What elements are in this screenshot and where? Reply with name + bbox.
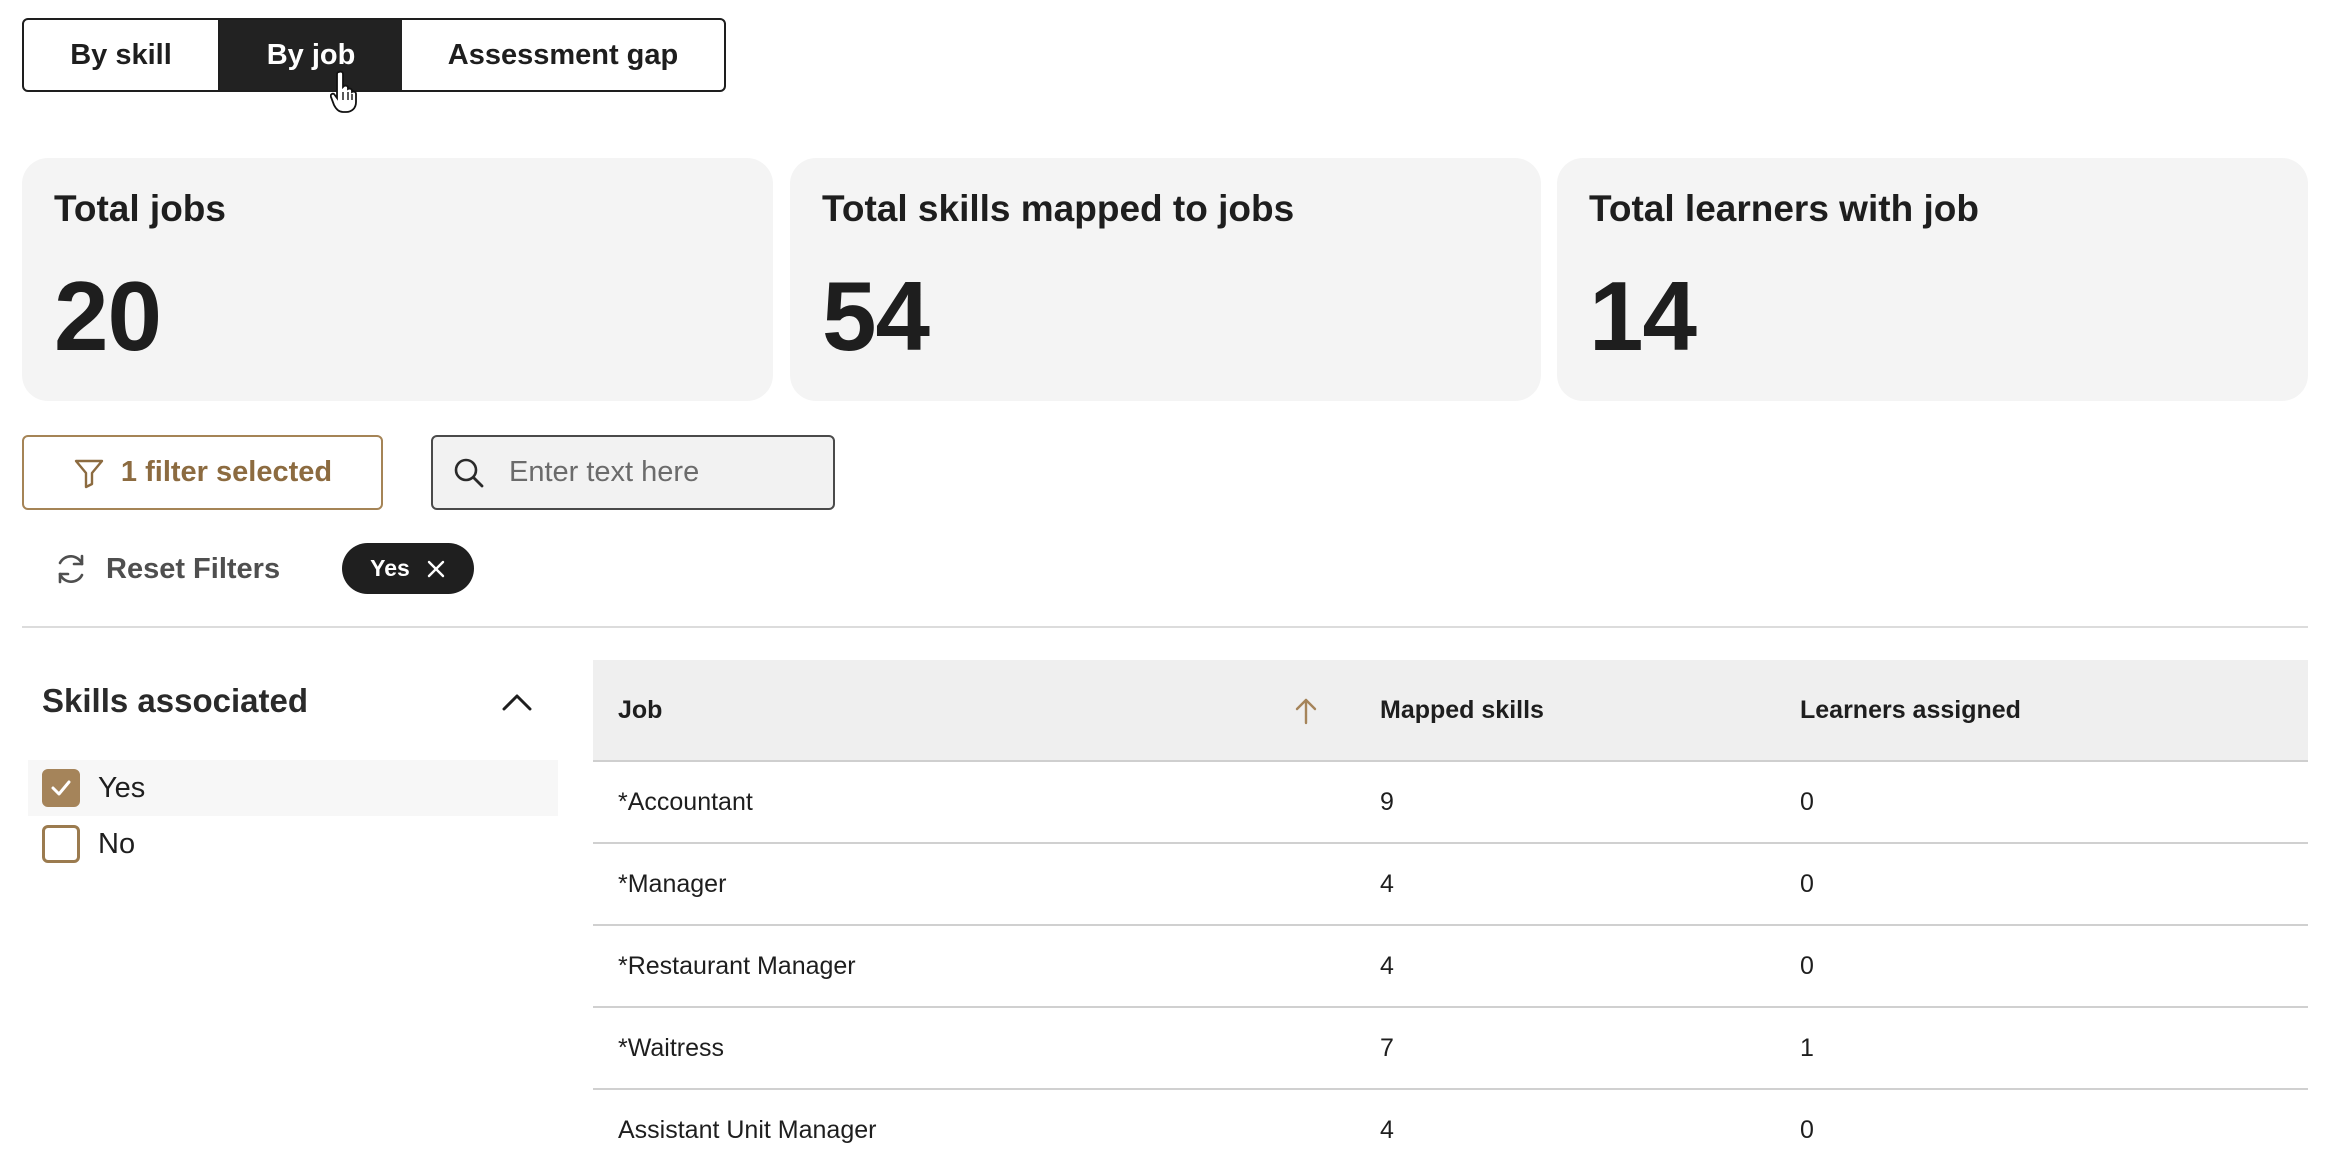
stat-card-total-jobs: Total jobs 20 bbox=[22, 158, 773, 401]
cell-learners-assigned: 0 bbox=[1800, 869, 1814, 898]
stat-value: 20 bbox=[54, 261, 162, 371]
cell-learners-assigned: 0 bbox=[1800, 1115, 1814, 1144]
checkbox-unchecked[interactable] bbox=[42, 825, 80, 863]
option-label: No bbox=[98, 827, 136, 860]
chevron-up-icon[interactable] bbox=[500, 690, 534, 714]
cell-job: Assistant Unit Manager bbox=[618, 1115, 877, 1144]
column-header-learners-assigned[interactable]: Learners assigned bbox=[1800, 660, 2021, 760]
cell-mapped-skills: 4 bbox=[1380, 951, 1394, 980]
checkmark-icon bbox=[51, 780, 71, 796]
filter-option-yes[interactable]: Yes bbox=[28, 760, 558, 816]
arrow-up-icon[interactable] bbox=[1293, 697, 1319, 725]
table-row[interactable]: Assistant Unit Manager 4 0 bbox=[593, 1090, 2308, 1172]
stat-title: Total learners with job bbox=[1589, 188, 1979, 229]
close-icon[interactable] bbox=[426, 559, 446, 579]
cell-mapped-skills: 9 bbox=[1380, 787, 1394, 816]
cell-learners-assigned: 1 bbox=[1800, 1033, 1814, 1062]
cell-learners-assigned: 0 bbox=[1800, 787, 1814, 816]
stat-title: Total skills mapped to jobs bbox=[822, 188, 1295, 229]
column-header-job[interactable]: Job bbox=[618, 660, 662, 760]
cell-job: *Accountant bbox=[618, 787, 753, 816]
refresh-icon bbox=[58, 554, 84, 584]
stat-card-total-learners: Total learners with job 14 bbox=[1557, 158, 2308, 401]
stat-title: Total jobs bbox=[54, 188, 226, 229]
cell-learners-assigned: 0 bbox=[1800, 951, 1814, 980]
tab-assessment-gap[interactable]: Assessment gap bbox=[402, 20, 724, 90]
filter-button[interactable]: 1 filter selected bbox=[22, 435, 383, 510]
funnel-icon bbox=[74, 459, 104, 488]
side-filter-heading: Skills associated bbox=[42, 682, 308, 719]
reset-filters-label: Reset Filters bbox=[106, 552, 281, 585]
search-box bbox=[431, 435, 835, 510]
tab-by-job[interactable]: By job bbox=[220, 20, 402, 90]
table-row[interactable]: *Accountant 9 0 bbox=[593, 762, 2308, 844]
cell-job: *Waitress bbox=[618, 1033, 725, 1062]
cell-job: *Restaurant Manager bbox=[618, 951, 856, 980]
divider bbox=[22, 626, 2308, 628]
chip-label: Yes bbox=[370, 555, 410, 581]
filter-option-no[interactable]: No bbox=[28, 816, 558, 872]
reset-filters-button[interactable]: Reset Filters bbox=[54, 547, 280, 591]
cell-mapped-skills: 4 bbox=[1380, 1115, 1394, 1144]
option-label: Yes bbox=[98, 771, 146, 804]
stat-value: 54 bbox=[822, 261, 930, 371]
search-input[interactable] bbox=[507, 455, 811, 490]
checkbox-checked[interactable] bbox=[42, 769, 80, 807]
stat-card-total-skills: Total skills mapped to jobs 54 bbox=[790, 158, 1541, 401]
table-header: Job Mapped skills Learners assigned bbox=[593, 660, 2308, 762]
active-filter-chip[interactable]: Yes bbox=[342, 543, 474, 594]
view-tabs: By skill By job Assessment gap bbox=[22, 18, 726, 92]
tab-by-skill[interactable]: By skill bbox=[24, 20, 220, 90]
table-row[interactable]: *Restaurant Manager 4 0 bbox=[593, 926, 2308, 1008]
search-icon bbox=[454, 458, 484, 487]
cell-job: *Manager bbox=[618, 869, 727, 898]
stat-value: 14 bbox=[1589, 261, 1697, 371]
column-header-mapped-skills[interactable]: Mapped skills bbox=[1380, 660, 1544, 760]
filter-button-label: 1 filter selected bbox=[120, 456, 333, 488]
table-row[interactable]: *Manager 4 0 bbox=[593, 844, 2308, 926]
table-row[interactable]: *Waitress 7 1 bbox=[593, 1008, 2308, 1090]
cell-mapped-skills: 7 bbox=[1380, 1033, 1394, 1062]
hand-cursor-icon bbox=[330, 70, 357, 113]
cell-mapped-skills: 4 bbox=[1380, 869, 1394, 898]
